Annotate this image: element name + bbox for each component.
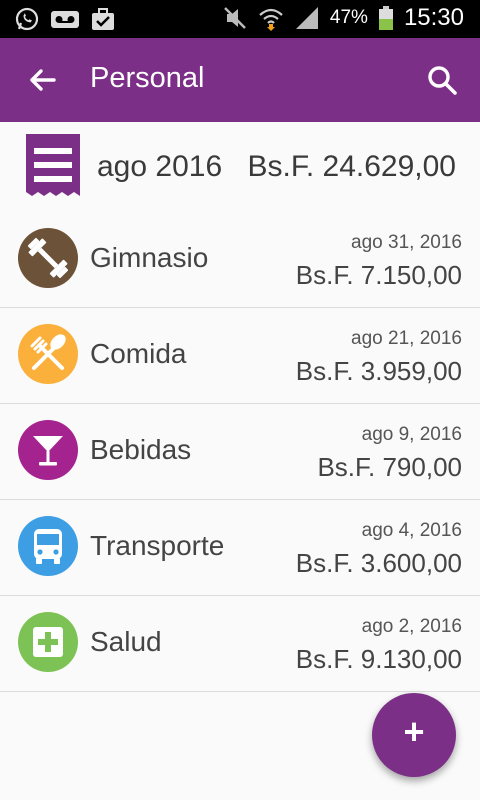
- category-name: Comida: [90, 338, 187, 369]
- add-icon: +: [403, 711, 425, 752]
- status-bar: 47% 15:30: [0, 0, 480, 38]
- expense-date: ago 4, 2016: [361, 520, 462, 541]
- expense-amount: Bs.F. 3.600,00: [295, 548, 462, 578]
- list-item[interactable]: Gimnasio ago 31, 2016 Bs.F. 7.150,00: [0, 212, 480, 308]
- add-expense-button[interactable]: +: [372, 693, 456, 777]
- category-name: Salud: [90, 626, 162, 657]
- expense-date: ago 21, 2016: [351, 328, 462, 349]
- list-item[interactable]: Bebidas ago 9, 2016 Bs.F. 790,00: [0, 404, 480, 500]
- wifi-icon: [259, 8, 283, 31]
- status-bar-system: 47% 15:30: [222, 4, 464, 32]
- expense-amount: Bs.F. 790,00: [317, 452, 462, 482]
- expense-date: ago 31, 2016: [351, 232, 462, 253]
- expense-amount: Bs.F. 3.959,00: [295, 356, 462, 386]
- expense-amount: Bs.F. 9.130,00: [295, 644, 462, 674]
- utensils-icon: [18, 324, 78, 384]
- app-bar: Personal: [0, 38, 480, 122]
- summary-total: Bs.F. 24.629,00: [247, 150, 456, 183]
- expense-list: Gimnasio ago 31, 2016 Bs.F. 7.150,00 Com…: [0, 212, 480, 692]
- summary-month: ago 2016: [97, 150, 223, 183]
- briefcase-check-icon: [92, 8, 114, 30]
- category-name: Transporte: [90, 530, 225, 561]
- arrow-back-icon[interactable]: [22, 60, 62, 100]
- list-item[interactable]: Transporte ago 4, 2016 Bs.F. 3.600,00: [0, 500, 480, 596]
- search-icon[interactable]: [422, 60, 462, 100]
- medical-cross-icon: [18, 612, 78, 672]
- category-name: Gimnasio: [90, 242, 209, 273]
- expense-date: ago 2, 2016: [361, 616, 462, 637]
- list-item[interactable]: Salud ago 2, 2016 Bs.F. 9.130,00: [0, 596, 480, 692]
- receipt-icon: [26, 134, 80, 196]
- category-name: Bebidas: [90, 434, 192, 465]
- whatsapp-icon: [15, 7, 39, 31]
- dumbbell-icon: [18, 228, 78, 288]
- page-title: Personal: [90, 62, 205, 94]
- expense-date: ago 9, 2016: [361, 424, 462, 445]
- battery-percent: 47%: [329, 7, 368, 28]
- list-item[interactable]: Comida ago 21, 2016 Bs.F. 3.959,00: [0, 308, 480, 404]
- month-summary[interactable]: ago 2016 Bs.F. 24.629,00: [0, 122, 480, 212]
- mute-icon: [224, 7, 246, 29]
- voicemail-icon: [51, 11, 79, 28]
- signal-icon: [295, 7, 318, 29]
- bus-icon: [18, 516, 78, 576]
- status-bar-notifications: [14, 6, 116, 32]
- status-clock: 15:30: [403, 4, 464, 31]
- expense-amount: Bs.F. 7.150,00: [295, 260, 462, 290]
- cocktail-icon: [18, 420, 78, 480]
- battery-icon: [378, 6, 393, 30]
